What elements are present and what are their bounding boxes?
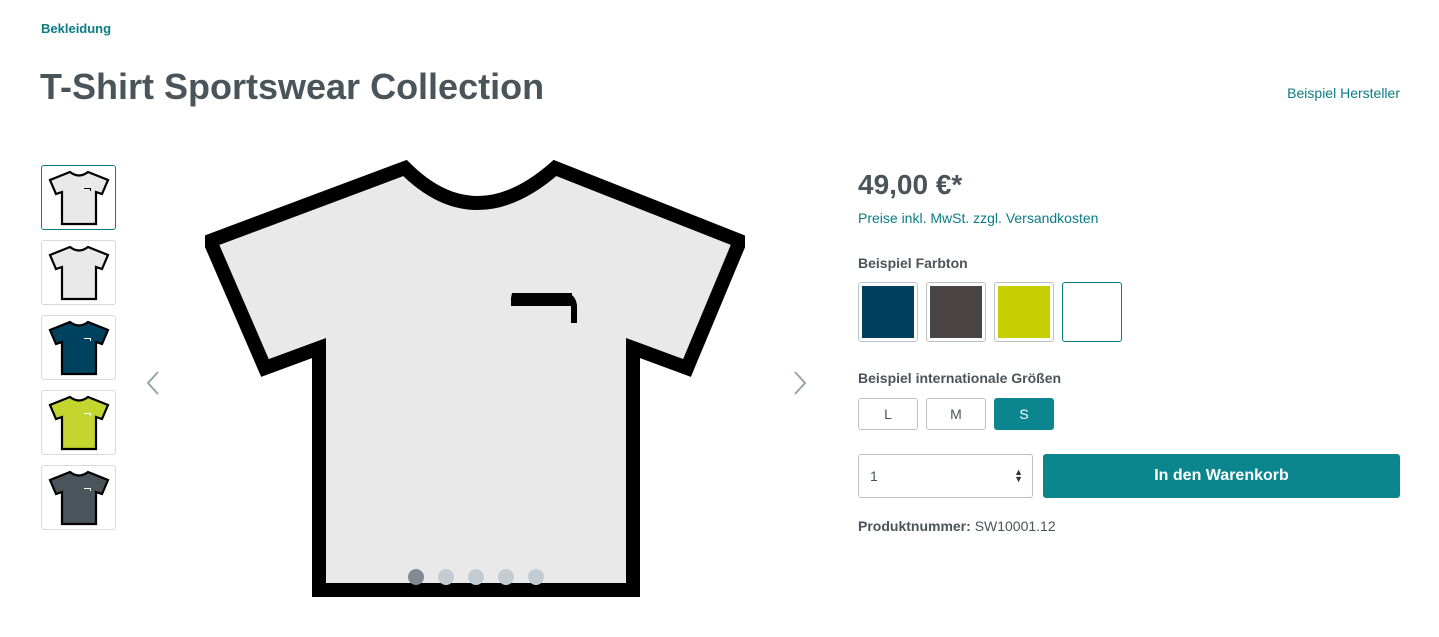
size-option-s[interactable]: S bbox=[994, 398, 1054, 430]
arrow-left-icon[interactable] bbox=[143, 370, 163, 396]
color-swatch[interactable] bbox=[926, 282, 986, 342]
thumbnail-item[interactable] bbox=[41, 465, 116, 530]
product-number: Produktnummer: SW10001.12 bbox=[858, 518, 1400, 534]
slider-dot[interactable] bbox=[408, 569, 424, 585]
arrow-right-icon[interactable] bbox=[790, 370, 810, 396]
select-arrows-icon: ▲ ▼ bbox=[1014, 467, 1023, 484]
size-option-label: Beispiel internationale Größen bbox=[858, 370, 1062, 386]
thumbnail-list bbox=[41, 165, 116, 540]
tax-shipping-link[interactable]: Preise inkl. MwSt. zzgl. Versandkosten bbox=[858, 210, 1400, 226]
page-title: T-Shirt Sportswear Collection bbox=[40, 66, 545, 107]
color-swatch[interactable] bbox=[994, 282, 1054, 342]
breadcrumb[interactable]: Bekleidung bbox=[41, 21, 111, 36]
quantity-select[interactable]: 1 ▲ ▼ bbox=[858, 454, 1033, 498]
add-to-cart-button[interactable]: In den Warenkorb bbox=[1043, 454, 1400, 498]
color-swatches bbox=[858, 282, 1400, 342]
slider-dot[interactable] bbox=[498, 569, 514, 585]
thumbnail-item[interactable] bbox=[41, 240, 116, 305]
color-swatch[interactable] bbox=[858, 282, 918, 342]
manufacturer-link[interactable]: Beispiel Hersteller bbox=[1287, 85, 1400, 101]
tshirt-icon bbox=[48, 395, 109, 450]
thumbnail-item[interactable] bbox=[41, 315, 116, 380]
slider-dots bbox=[408, 569, 544, 585]
thumbnail-item[interactable] bbox=[41, 390, 116, 455]
size-options: L M S bbox=[858, 398, 1400, 430]
product-number-label: Produktnummer: bbox=[858, 518, 971, 534]
product-number-value: SW10001.12 bbox=[974, 518, 1056, 534]
thumbnail-item[interactable] bbox=[41, 165, 116, 230]
buy-box: 49,00 €* Preise inkl. MwSt. zzgl. Versan… bbox=[858, 165, 1400, 534]
tshirt-icon bbox=[48, 170, 109, 225]
size-option-m[interactable]: M bbox=[926, 398, 986, 430]
product-price: 49,00 €* bbox=[858, 169, 963, 200]
quantity-value: 1 bbox=[870, 468, 878, 484]
product-image[interactable] bbox=[205, 158, 745, 598]
color-swatch[interactable] bbox=[1062, 282, 1122, 342]
slider-dot[interactable] bbox=[438, 569, 454, 585]
tshirt-icon bbox=[48, 320, 109, 375]
size-option-l[interactable]: L bbox=[858, 398, 918, 430]
tshirt-icon bbox=[48, 245, 109, 300]
tshirt-icon bbox=[48, 470, 109, 525]
image-gallery bbox=[140, 150, 812, 600]
buy-row: 1 ▲ ▼ In den Warenkorb bbox=[858, 454, 1400, 498]
color-option-label: Beispiel Farbton bbox=[858, 255, 968, 271]
slider-dot[interactable] bbox=[468, 569, 484, 585]
slider-dot[interactable] bbox=[528, 569, 544, 585]
